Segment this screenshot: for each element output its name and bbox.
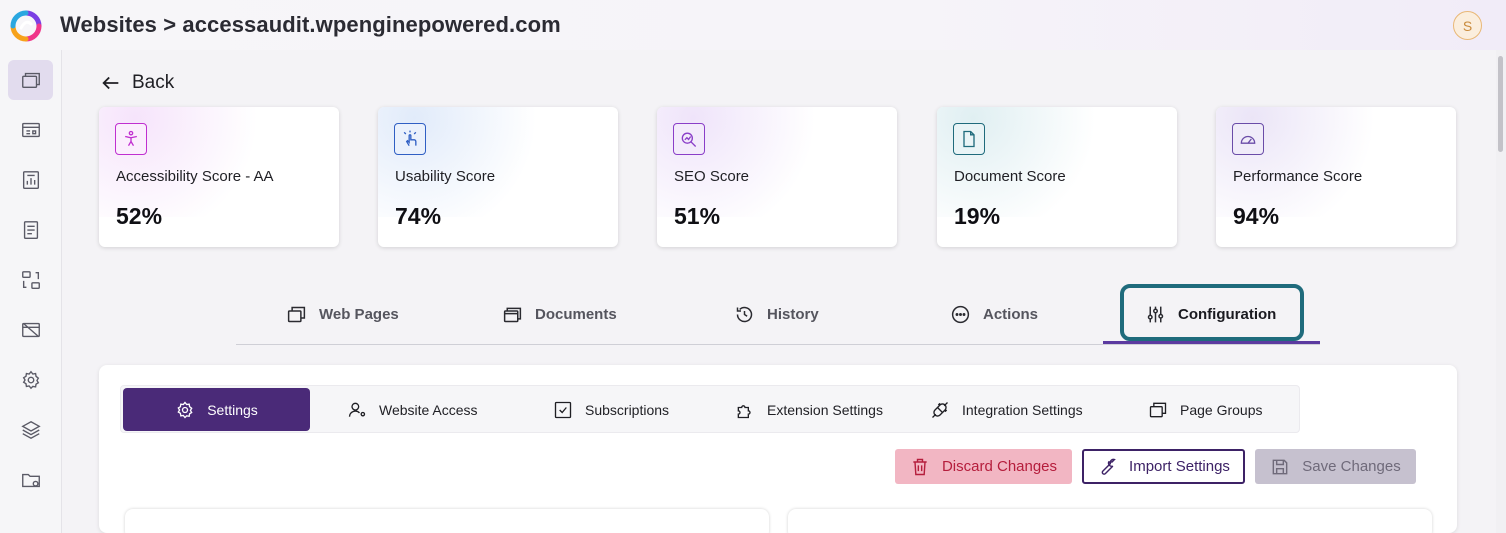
page-scrollbar[interactable] xyxy=(1496,50,1506,533)
discard-changes-button[interactable]: Discard Changes xyxy=(895,449,1072,484)
floppy-icon xyxy=(1272,459,1288,474)
history-icon xyxy=(736,306,753,322)
score-card-usability[interactable]: Usability Score 74% xyxy=(378,107,618,247)
subtab-label: Subscriptions xyxy=(585,401,670,418)
score-label: Document Score xyxy=(954,168,1066,185)
back-link[interactable]: Back xyxy=(100,72,174,94)
document-icon xyxy=(953,123,985,155)
pages-icon xyxy=(287,306,306,322)
tab-label: Actions xyxy=(983,305,1039,323)
folder-settings-icon xyxy=(21,473,40,488)
score-label: Accessibility Score - AA xyxy=(116,168,274,185)
document-icon xyxy=(23,221,38,239)
sidebar-item-layers[interactable] xyxy=(8,410,53,450)
score-value: 94% xyxy=(1233,203,1280,229)
subtab-website-access[interactable]: Website Access xyxy=(347,388,478,431)
sidebar-item-reports[interactable] xyxy=(8,160,53,200)
tab-label: Documents xyxy=(535,305,617,323)
top-bar: Websites > accessaudit.wpenginepowered.c… xyxy=(0,0,1506,50)
score-label: Usability Score xyxy=(395,168,496,185)
subtab-extension-settings[interactable]: Extension Settings xyxy=(735,388,883,431)
speedometer-icon xyxy=(1232,123,1264,155)
button-label: Save Changes xyxy=(1302,458,1401,475)
score-card-document[interactable]: Document Score 19% xyxy=(937,107,1177,247)
trash-icon xyxy=(913,458,927,475)
active-tab-indicator xyxy=(1103,341,1320,344)
score-label: SEO Score xyxy=(674,168,750,185)
sidebar-item-sync[interactable] xyxy=(8,260,53,300)
accessibility-icon xyxy=(115,123,147,155)
documents-icon xyxy=(503,307,522,322)
sidebar xyxy=(0,50,62,533)
user-settings-icon xyxy=(348,402,366,417)
gear-icon xyxy=(177,400,193,418)
tab-label: Web Pages xyxy=(319,305,399,323)
settings-card-right xyxy=(788,509,1432,533)
score-value: 52% xyxy=(116,203,163,229)
sidebar-item-documents[interactable] xyxy=(8,210,53,250)
layers-icon xyxy=(20,420,41,440)
back-label: Back xyxy=(132,72,175,93)
checkbox-icon xyxy=(554,401,572,418)
tab-actions[interactable]: Actions xyxy=(950,284,1038,344)
sidebar-item-dashboard[interactable] xyxy=(8,110,53,150)
settings-card-left xyxy=(125,509,769,533)
score-value: 74% xyxy=(395,203,442,229)
score-card-accessibility[interactable]: Accessibility Score - AA 52% xyxy=(99,107,339,247)
tab-label: History xyxy=(767,305,819,323)
image-off-icon xyxy=(21,322,40,338)
sidebar-item-media[interactable] xyxy=(8,310,53,350)
save-changes-button[interactable]: Save Changes xyxy=(1255,449,1416,484)
arrow-left-icon xyxy=(102,76,119,90)
score-value: 51% xyxy=(674,203,721,229)
dashboard-icon xyxy=(21,122,40,138)
scrollbar-thumb[interactable] xyxy=(1498,56,1503,152)
websites-icon xyxy=(21,72,40,89)
sync-icon xyxy=(21,271,40,289)
subtab-subscriptions[interactable]: Subscriptions xyxy=(553,388,669,431)
page-title: Websites > accessaudit.wpenginepowered.c… xyxy=(60,12,561,37)
subtab-page-groups[interactable]: Page Groups xyxy=(1148,388,1263,431)
subtab-settings[interactable]: Settings xyxy=(123,388,310,431)
subtab-integration-settings[interactable]: Integration Settings xyxy=(930,388,1083,431)
subtab-label: Integration Settings xyxy=(962,401,1083,418)
seo-icon xyxy=(673,123,705,155)
button-label: Discard Changes xyxy=(941,458,1058,475)
touch-icon xyxy=(394,123,426,155)
app-logo[interactable] xyxy=(10,10,42,42)
tab-history[interactable]: History xyxy=(734,284,819,344)
tab-documents[interactable]: Documents xyxy=(502,284,617,344)
more-icon xyxy=(951,305,970,323)
reports-icon xyxy=(22,171,39,189)
user-avatar[interactable]: S xyxy=(1453,11,1482,40)
gear-icon xyxy=(22,370,39,390)
sidebar-item-settings[interactable] xyxy=(8,360,53,400)
score-value: 19% xyxy=(954,203,1001,229)
wrench-icon xyxy=(1101,458,1116,475)
pages-icon xyxy=(1149,402,1167,417)
button-label: Import Settings xyxy=(1129,458,1230,475)
sidebar-item-folder-settings[interactable] xyxy=(8,460,53,500)
score-label: Performance Score xyxy=(1233,168,1363,185)
puzzle-icon xyxy=(737,404,751,418)
sidebar-item-websites[interactable] xyxy=(8,60,53,100)
score-card-performance[interactable]: Performance Score 94% xyxy=(1216,107,1456,247)
subtab-label: Page Groups xyxy=(1180,401,1263,418)
subtab-label: Extension Settings xyxy=(767,401,883,418)
focus-ring xyxy=(1120,284,1304,341)
score-card-seo[interactable]: SEO Score 51% xyxy=(657,107,897,247)
import-settings-button[interactable]: Import Settings xyxy=(1082,449,1245,484)
tab-web-pages[interactable]: Web Pages xyxy=(286,284,399,344)
subtab-label: Website Access xyxy=(379,401,478,418)
plug-icon xyxy=(932,401,948,418)
subtab-label: Settings xyxy=(207,401,258,418)
